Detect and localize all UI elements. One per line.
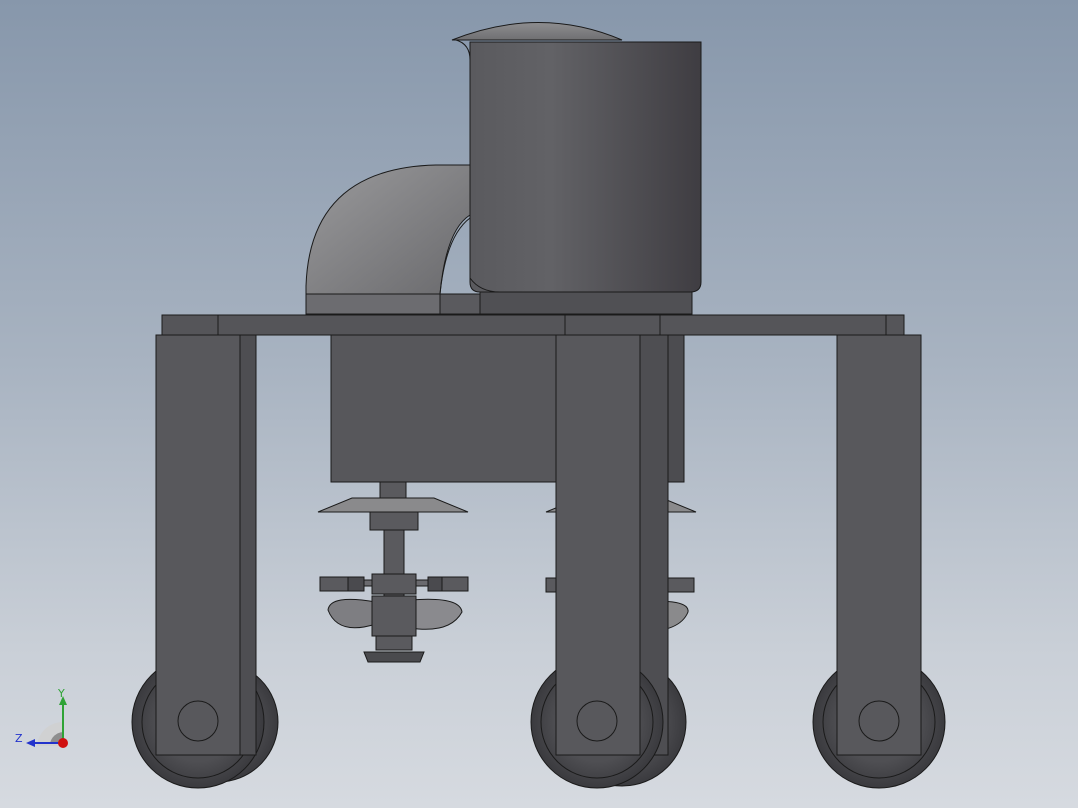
mixer-disc bbox=[317, 497, 469, 513]
propeller-blade-left bbox=[327, 598, 377, 629]
coordinate-triad: Y Z bbox=[15, 687, 68, 748]
wheel-left-hub bbox=[177, 700, 219, 742]
x-axis-dot bbox=[58, 738, 68, 748]
tank-base-ring bbox=[479, 291, 693, 315]
tank-assembly bbox=[305, 22, 702, 315]
right-leg-assembly bbox=[812, 334, 946, 789]
leg-middle bbox=[555, 334, 641, 756]
elbow-pipe bbox=[305, 164, 471, 295]
mixer-shaft-top bbox=[379, 481, 407, 499]
wheel-middle-hub bbox=[576, 700, 618, 742]
mixer-foot bbox=[363, 651, 425, 663]
propeller-blade-right bbox=[409, 598, 463, 630]
platform bbox=[161, 314, 905, 336]
leg-right bbox=[836, 334, 922, 756]
wheel-right-hub bbox=[858, 700, 900, 742]
cad-viewport[interactable] bbox=[0, 0, 1078, 808]
z-axis-label: Z bbox=[15, 732, 23, 745]
left-leg-assembly bbox=[131, 334, 279, 789]
tank-body bbox=[469, 41, 702, 293]
leg-left bbox=[155, 334, 241, 756]
front-mixer bbox=[317, 481, 469, 663]
platform-plate bbox=[161, 314, 905, 336]
tank-dome bbox=[451, 22, 623, 41]
gearbox-box bbox=[330, 334, 560, 483]
y-axis-label: Y bbox=[57, 687, 65, 700]
